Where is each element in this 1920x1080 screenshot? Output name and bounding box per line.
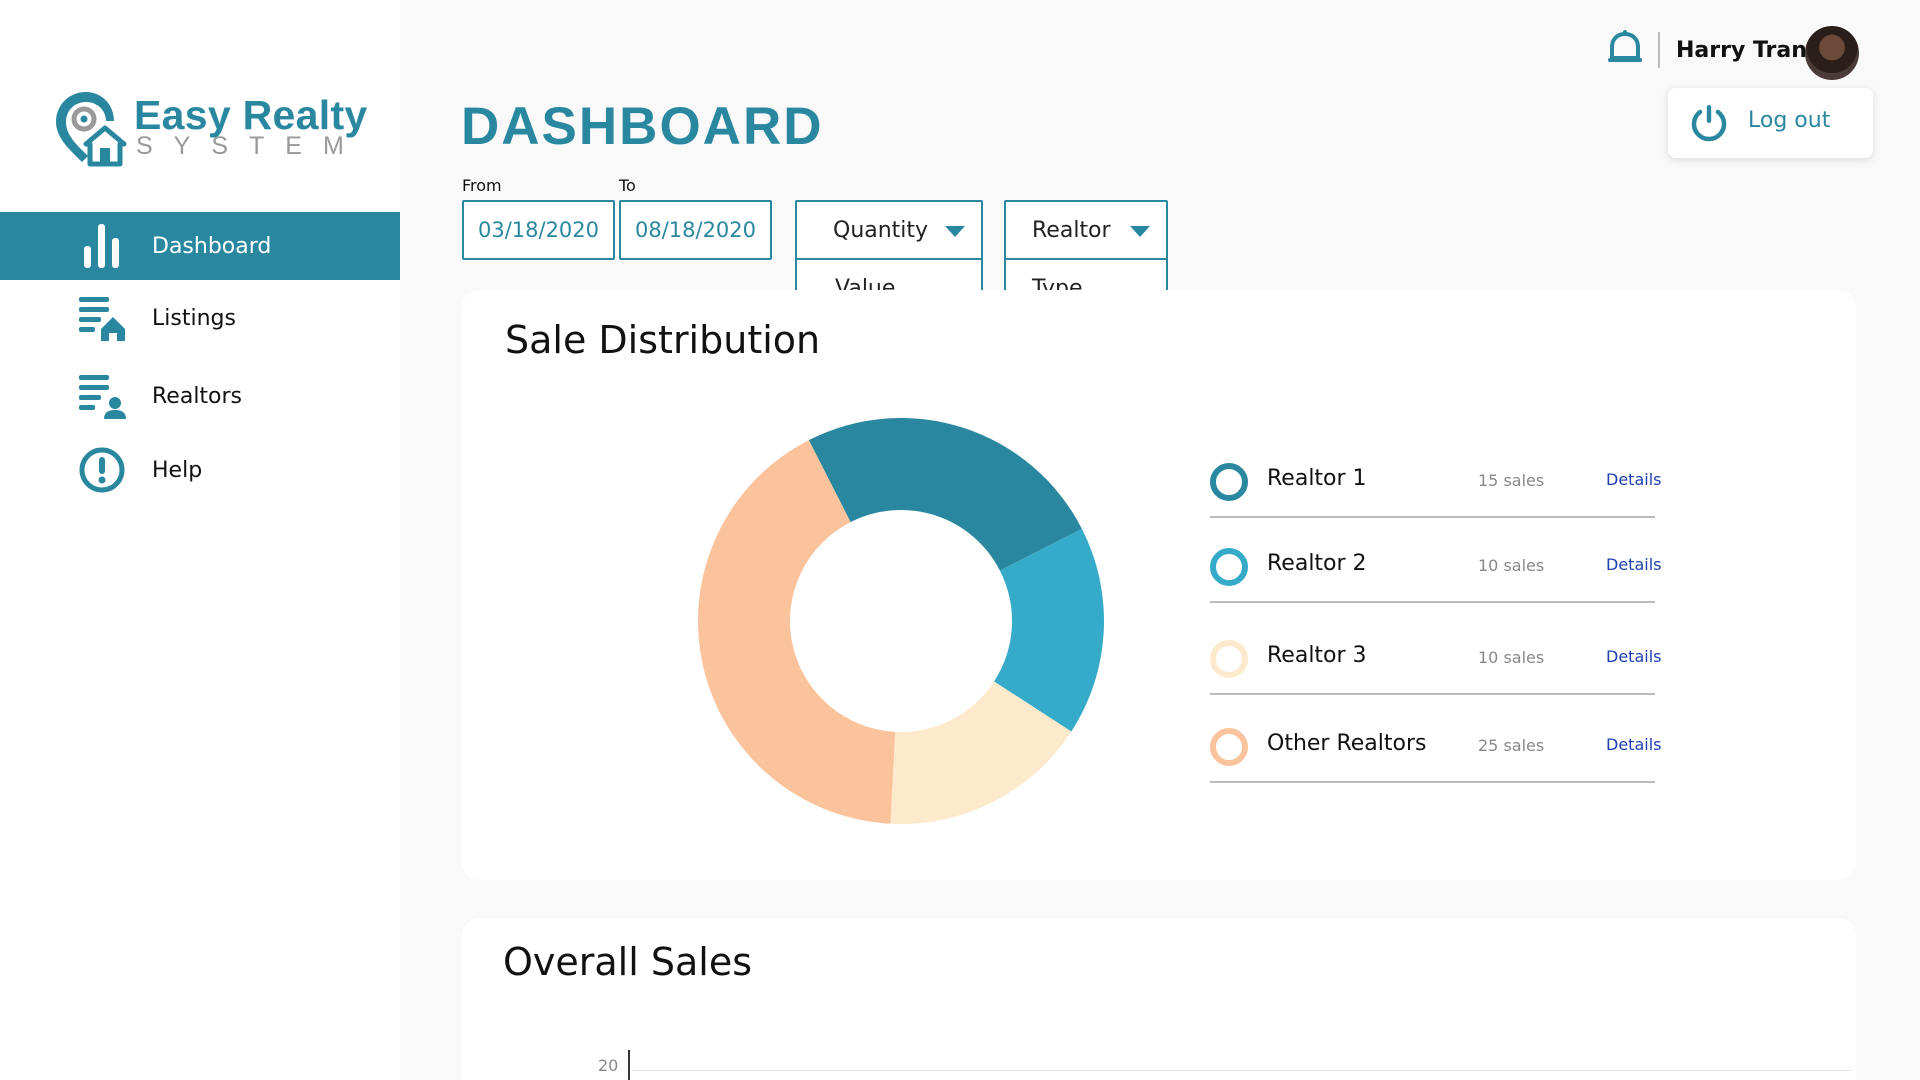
listings-icon [76, 292, 128, 344]
donut-slice-realtor-1[interactable] [808, 418, 1082, 571]
alert-circle-icon [76, 444, 128, 496]
caret-down-icon [1130, 226, 1150, 237]
sidebar-item-label: Dashboard [152, 233, 272, 259]
page-title: DASHBOARD [461, 97, 824, 156]
power-icon [1691, 105, 1727, 142]
sidebar-item-label: Listings [152, 305, 236, 331]
metric-select[interactable]: Quantity [797, 202, 981, 260]
details-link[interactable]: Details [1606, 647, 1661, 666]
sidebar-item-dashboard[interactable]: Dashboard [0, 212, 400, 280]
to-label: To [619, 176, 636, 195]
bar-chart-icon [76, 220, 128, 272]
legend-name: Realtor 1 [1267, 466, 1367, 491]
sale-distribution-title: Sale Distribution [505, 318, 821, 362]
legend-sales: 15 sales [1478, 471, 1545, 490]
legend-ring-icon [1210, 640, 1248, 678]
brand-logo[interactable]: Easy Realty SYSTEM [52, 88, 367, 168]
group-selected-value: Realtor [1032, 217, 1111, 243]
donut-chart [698, 418, 1104, 824]
divider [1210, 781, 1655, 783]
legend-ring-icon [1210, 548, 1248, 586]
legend-ring-icon [1210, 728, 1248, 766]
bell-icon[interactable] [1604, 28, 1646, 70]
logout-button[interactable]: Log out [1668, 88, 1873, 158]
legend-row: Realtor 1 15 sales Details [1210, 460, 1661, 524]
group-select[interactable]: Realtor [1006, 202, 1166, 260]
metric-selected-value: Quantity [833, 217, 929, 243]
logout-label: Log out [1748, 108, 1831, 133]
legend-row: Realtor 3 10 sales Details [1210, 637, 1661, 701]
legend-name: Realtor 3 [1267, 643, 1367, 668]
brand-subtitle: SYSTEM [136, 132, 365, 160]
legend-name: Realtor 2 [1267, 551, 1367, 576]
divider [1658, 32, 1660, 68]
sidebar-item-realtors[interactable]: Realtors [0, 362, 400, 430]
sidebar-item-label: Realtors [152, 383, 243, 409]
legend-sales: 10 sales [1478, 648, 1545, 667]
legend-name: Other Realtors [1267, 731, 1427, 756]
divider [1210, 516, 1655, 518]
y-tick-label: 20 [598, 1056, 619, 1075]
legend-sales: 10 sales [1478, 556, 1545, 575]
to-date-input[interactable]: 08/18/2020 [619, 200, 772, 260]
legend-row: Realtor 2 10 sales Details [1210, 545, 1661, 609]
from-date-input[interactable]: 03/18/2020 [462, 200, 615, 260]
user-name[interactable]: Harry Tran [1676, 38, 1807, 63]
legend-sales: 25 sales [1478, 736, 1545, 755]
divider [1210, 601, 1655, 603]
divider [1210, 693, 1655, 695]
from-label: From [462, 176, 502, 195]
legend-ring-icon [1210, 463, 1248, 501]
legend-row: Other Realtors 25 sales Details [1210, 725, 1661, 789]
overall-sales-title: Overall Sales [503, 940, 753, 984]
grid-line [632, 1070, 1852, 1071]
caret-down-icon [945, 226, 965, 237]
realtors-icon [76, 370, 128, 422]
details-link[interactable]: Details [1606, 735, 1661, 754]
sidebar-item-label: Help [152, 457, 203, 483]
details-link[interactable]: Details [1606, 470, 1661, 489]
logo-mark-icon [56, 92, 127, 167]
details-link[interactable]: Details [1606, 555, 1661, 574]
avatar[interactable] [1805, 26, 1859, 80]
sidebar-item-help[interactable]: Help [0, 436, 400, 504]
sidebar: Easy Realty SYSTEM Dashboard Listings Re… [0, 0, 400, 1080]
sidebar-item-listings[interactable]: Listings [0, 284, 400, 352]
y-axis-line [628, 1050, 630, 1080]
